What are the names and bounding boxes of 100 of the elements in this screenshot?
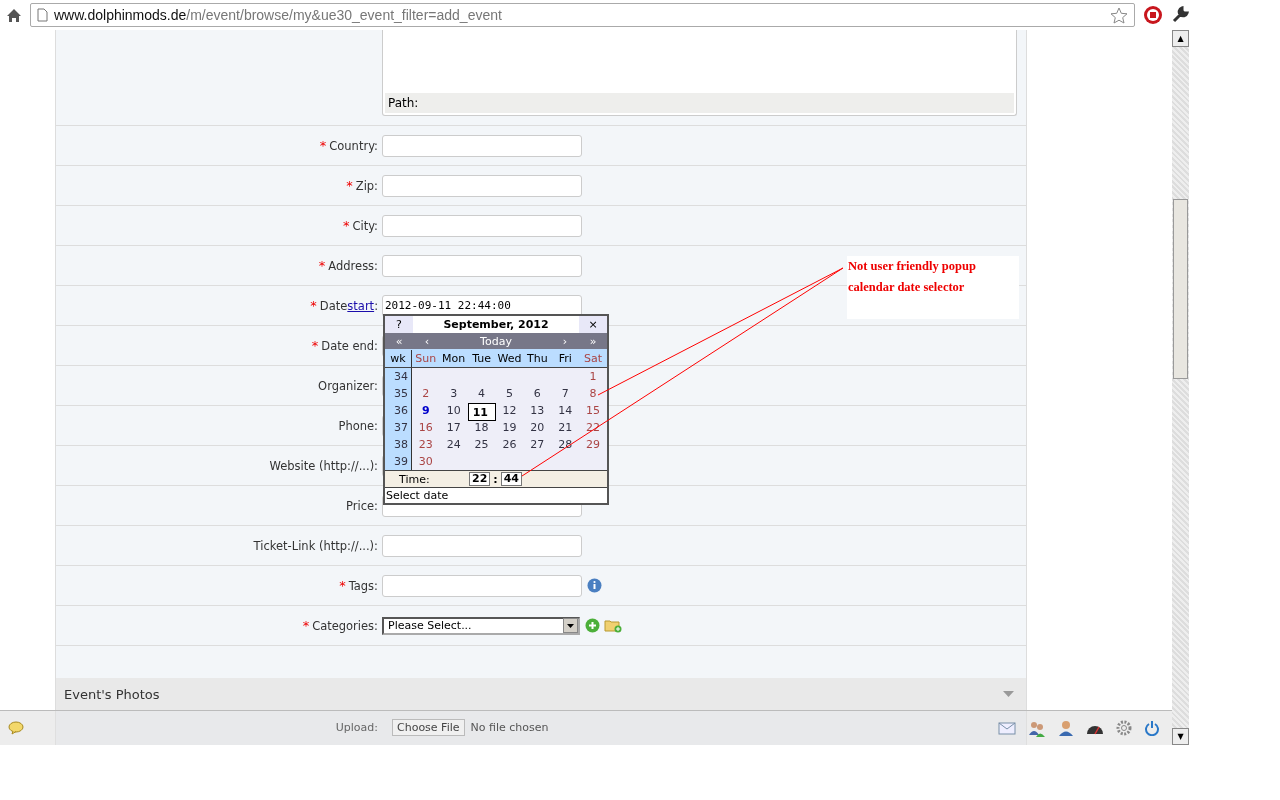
calendar-day[interactable]: 25 xyxy=(467,436,496,453)
file-status: No file chosen xyxy=(470,721,549,734)
weekday-label: Fri xyxy=(557,350,573,367)
time-separator: : xyxy=(493,472,498,486)
time-label: Time: xyxy=(398,472,431,486)
field-label: Tags: xyxy=(348,579,378,593)
star-icon[interactable] xyxy=(1110,6,1128,24)
calendar-day[interactable]: 12 xyxy=(495,402,524,419)
field-label: Date end: xyxy=(321,339,378,353)
scroll-down-button[interactable]: ▼ xyxy=(1172,728,1189,745)
calendar-day[interactable]: 16 xyxy=(411,419,440,436)
section-header[interactable]: Event's Photos xyxy=(56,678,1026,710)
calendar-day[interactable]: 24 xyxy=(439,436,468,453)
wrench-icon[interactable] xyxy=(1171,6,1189,24)
calendar-nav-button[interactable]: « xyxy=(385,333,413,349)
url-host: www.dolphinmods.de xyxy=(54,7,187,23)
field-label: Address: xyxy=(328,259,378,273)
calendar-day[interactable]: 26 xyxy=(495,436,524,453)
text-field[interactable]: 2012-09-11 22:44:00 xyxy=(382,294,582,317)
field-label: Categories: xyxy=(312,619,378,633)
text-field[interactable] xyxy=(382,574,582,597)
weekday-label: Thu xyxy=(526,350,549,367)
calendar-status: Select date xyxy=(386,489,449,502)
calendar-day[interactable]: 15 xyxy=(579,402,608,419)
info-icon[interactable] xyxy=(587,578,602,593)
week-number: 39 xyxy=(385,453,412,470)
weekday-label: Wed xyxy=(496,350,523,367)
required-asterisk: * xyxy=(319,138,327,153)
calendar-day[interactable]: 11 xyxy=(467,403,496,421)
text-field[interactable] xyxy=(382,254,582,277)
calendar-day[interactable]: 17 xyxy=(439,419,468,436)
annotation-note: Not user friendly popup calendar date selector xyxy=(847,256,1019,319)
calendar-nav-button[interactable]: Today xyxy=(441,333,551,349)
mail-icon[interactable] xyxy=(998,720,1016,736)
calendar-day[interactable]: 18 xyxy=(467,419,496,436)
field-label: Price: xyxy=(346,498,378,513)
field-label: Phone: xyxy=(338,418,378,433)
field-label: Country: xyxy=(329,139,378,153)
week-number: 35 xyxy=(385,385,412,402)
hour-field[interactable]: 22 xyxy=(469,472,491,486)
text-field[interactable] xyxy=(382,174,582,197)
calendar-nav-button[interactable]: » xyxy=(579,333,607,349)
home-icon[interactable] xyxy=(6,7,22,23)
calendar-day[interactable]: 3 xyxy=(439,385,468,402)
required-asterisk: * xyxy=(339,578,346,593)
calendar-day[interactable]: 4 xyxy=(467,385,496,402)
scroll-up-button[interactable]: ▲ xyxy=(1172,30,1189,47)
calendar-day[interactable]: 28 xyxy=(551,436,580,453)
weekday-label: Tue xyxy=(471,350,492,367)
scroll-thumb[interactable] xyxy=(1173,199,1188,379)
calendar-day[interactable]: 29 xyxy=(579,436,607,453)
text-editor[interactable]: Path: xyxy=(382,30,1017,116)
settings-icon[interactable] xyxy=(1116,720,1132,736)
calendar-day[interactable]: 8 xyxy=(579,385,607,402)
field-label: Website (http://...): xyxy=(269,458,378,473)
required-asterisk: * xyxy=(310,298,317,313)
address-bar[interactable]: www.dolphinmods.de/m/event/browse/my&ue30_event_filter=add_event xyxy=(30,3,1135,27)
file-input[interactable]: Choose File No file chosen xyxy=(388,717,553,738)
calendar-day[interactable]: 21 xyxy=(551,419,580,436)
calendar-day[interactable]: 6 xyxy=(523,385,552,402)
power-icon[interactable] xyxy=(1144,720,1160,736)
calendar-day[interactable]: 2 xyxy=(411,385,440,402)
required-asterisk: * xyxy=(311,338,319,353)
calendar-day[interactable]: 10 xyxy=(439,402,468,419)
add-icon[interactable] xyxy=(585,618,600,633)
users-icon[interactable] xyxy=(1028,719,1046,737)
text-field[interactable] xyxy=(382,214,582,237)
choose-file-button[interactable]: Choose File xyxy=(392,719,465,736)
calendar-day[interactable]: 27 xyxy=(523,436,552,453)
week-number: 38 xyxy=(385,436,412,453)
minute-field[interactable]: 44 xyxy=(500,472,523,486)
calendar-day[interactable]: 13 xyxy=(523,402,552,419)
calendar-nav-button[interactable]: › xyxy=(551,333,579,349)
required-asterisk: * xyxy=(346,178,353,193)
chat-bubble-icon[interactable] xyxy=(8,721,24,735)
path-label: Path: xyxy=(388,96,419,110)
field-label: Date xyxy=(319,299,348,313)
calendar-day[interactable]: 5 xyxy=(495,385,524,402)
text-field[interactable] xyxy=(382,534,582,557)
stop-sign-icon[interactable] xyxy=(1143,5,1163,25)
calendar-day[interactable]: 7 xyxy=(551,385,580,402)
calendar-day[interactable]: 1 xyxy=(579,368,607,385)
category-dropdown[interactable]: Please Select... xyxy=(382,616,580,635)
required-asterisk: * xyxy=(318,258,326,273)
calendar-day[interactable]: 23 xyxy=(411,436,440,453)
calendar-day[interactable]: 20 xyxy=(523,419,552,436)
folder-add-icon[interactable] xyxy=(604,618,622,633)
calendar-nav-button[interactable]: ‹ xyxy=(413,333,441,349)
help-button[interactable]: ? xyxy=(385,316,413,333)
calendar-day[interactable]: 30 xyxy=(411,453,440,470)
close-button[interactable]: × xyxy=(579,316,607,333)
user-icon[interactable] xyxy=(1058,719,1074,737)
text-field[interactable] xyxy=(382,134,582,157)
field-label: Organizer: xyxy=(318,378,378,393)
calendar-day[interactable]: 19 xyxy=(495,419,524,436)
field-label: Zip: xyxy=(355,179,378,193)
field-label: City: xyxy=(352,219,378,233)
calendar-day[interactable]: 14 xyxy=(551,402,580,419)
scrollbar[interactable]: ▲ ▼ xyxy=(1172,30,1189,745)
calendar-day[interactable]: 9 xyxy=(411,402,440,419)
